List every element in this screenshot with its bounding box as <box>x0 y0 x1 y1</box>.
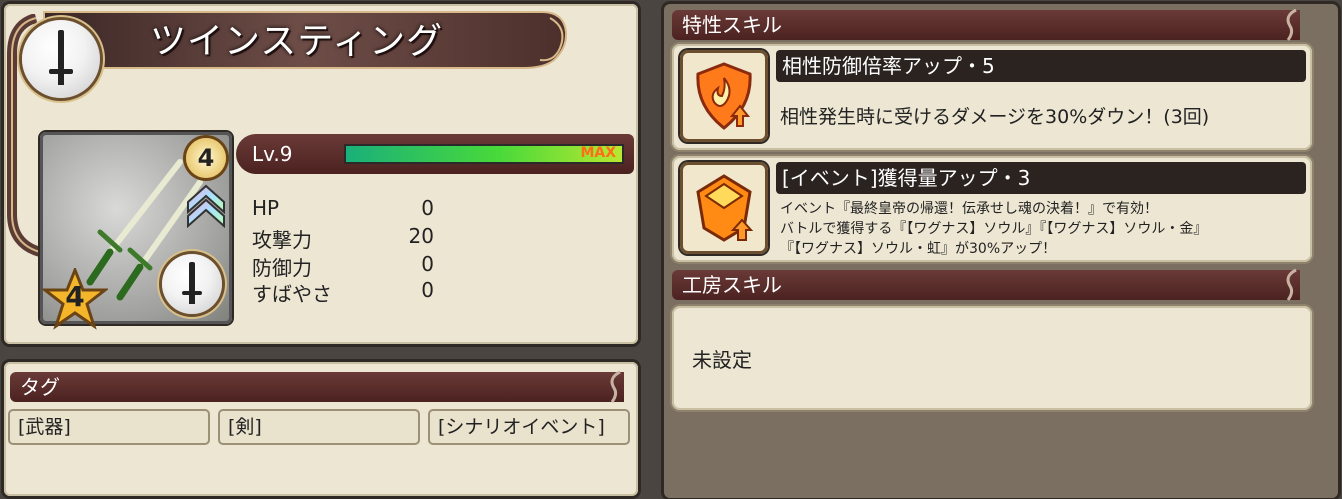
star-number: 4 <box>65 280 85 313</box>
trait-skill-card[interactable]: 相性防御倍率アップ・5 相性発生時に受けるダメージを30%ダウン！(3回) <box>672 44 1312 150</box>
rarity-badge: 4 <box>186 138 226 178</box>
stat-value-attack: 20 <box>408 224 434 248</box>
stat-label-attack: 攻撃力 <box>252 228 312 252</box>
stat-label-speed: すばやさ <box>252 282 332 306</box>
gem-up-icon <box>696 174 754 242</box>
trait-skill-card[interactable]: [イベント]獲得量アップ・3 イベント『最終皇帝の帰還！伝承せし魂の決着！』で有… <box>672 156 1312 262</box>
workshop-skills-header-label: 工房スキル <box>682 273 782 297</box>
swirl-ornament-icon <box>1286 8 1297 41</box>
level-bar: Lv.9 MAX <box>236 134 634 174</box>
skill-description-line: イベント『最終皇帝の帰還！伝承せし魂の決着！』で有効！ <box>780 201 1158 217</box>
weapon-name: ツインスティング <box>150 21 444 62</box>
trait-skills-header-label: 特性スキル <box>682 13 782 37</box>
tags-header-label: タグ <box>20 375 60 399</box>
level-max-label: MAX <box>580 145 616 161</box>
level-label: Lv.9 <box>252 142 293 166</box>
skill-icon-frame <box>680 162 768 254</box>
stat-label-defense: 防御力 <box>252 256 312 280</box>
skill-icon-frame <box>680 50 768 142</box>
level-gauge: MAX <box>346 145 622 162</box>
stat-value-speed: 0 <box>421 278 434 302</box>
tag-weapon[interactable]: [武器] <box>8 409 210 445</box>
skill-title: 相性防御倍率アップ・5 <box>776 50 1306 82</box>
skill-title: [イベント]獲得量アップ・3 <box>776 162 1306 194</box>
sword-type-icon <box>22 20 100 98</box>
flame-shield-icon <box>696 62 752 130</box>
tags-header: タグ <box>10 370 624 403</box>
rank-chevron-icon <box>187 184 225 228</box>
workshop-skill-box[interactable]: 未設定 <box>672 306 1312 410</box>
skill-description-line: バトルで獲得する『【ワグナス】ソウル』『【ワグナス】ソウル・金』 <box>780 221 1208 237</box>
skill-description-line: 『【ワグナス】ソウル・虹』が30%アップ！ <box>780 241 1057 257</box>
tag-scenario-event[interactable]: [シナリオイベント] <box>428 409 630 445</box>
sword-icon <box>162 254 222 314</box>
trait-skills-header: 特性スキル <box>672 8 1300 41</box>
workshop-skill-value: 未設定 <box>692 348 752 372</box>
stat-label-hp: HP <box>252 196 280 220</box>
rarity-number: 4 <box>197 144 215 172</box>
tag-sword[interactable]: [剣] <box>218 409 420 445</box>
skill-description: 相性発生時に受けるダメージを30%ダウン！(3回) <box>780 106 1210 128</box>
swirl-ornament-icon <box>610 370 621 403</box>
swirl-ornament-icon <box>1286 268 1297 301</box>
stat-value-hp: 0 <box>421 196 434 220</box>
workshop-skills-header: 工房スキル <box>672 268 1300 301</box>
stat-value-defense: 0 <box>421 252 434 276</box>
